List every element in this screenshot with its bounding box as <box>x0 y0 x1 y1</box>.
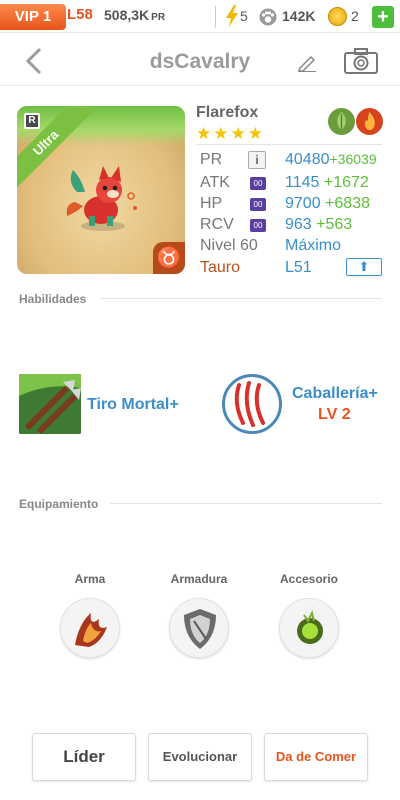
stat-bonus: +6838 <box>325 195 370 212</box>
skill-name-tiro-mortal[interactable]: Tiro Mortal+ <box>87 396 179 414</box>
page-title: dsCavalry <box>149 50 251 73</box>
lightning-icon <box>226 5 238 27</box>
zodiac-label: Tauro <box>200 259 241 276</box>
flame-claw-weapon-icon <box>75 613 107 647</box>
info-button[interactable]: i <box>248 151 266 169</box>
add-currency-button[interactable]: + <box>372 6 394 28</box>
stat-label-hp: HP <box>200 195 223 212</box>
edit-pencil-icon[interactable] <box>296 52 318 72</box>
divider <box>100 298 382 299</box>
vip-badge[interactable]: VIP 1 <box>0 4 66 30</box>
weapon-slot[interactable] <box>60 598 120 658</box>
arrows-icon <box>19 374 81 434</box>
claw-slash-skill-icon[interactable] <box>222 374 282 434</box>
power-rating-total: 508,3K PR <box>104 7 165 23</box>
stat-label-atk: ATK <box>200 174 230 191</box>
shield-armor-icon <box>184 609 216 649</box>
stat-value-pr: 40480+36039 <box>285 151 377 169</box>
divider <box>215 6 216 28</box>
stat-value: 40480 <box>285 151 330 168</box>
power-rating-value: 508,3K <box>104 7 150 23</box>
leaf-element-icon <box>328 108 355 135</box>
stat-bonus: +1672 <box>323 174 369 191</box>
stat-value-rcv: 963 +563 <box>285 216 352 234</box>
monster-portrait[interactable]: Ultra R ♉ <box>17 106 185 274</box>
divider <box>196 144 382 145</box>
level-value: Máximo <box>285 237 342 254</box>
armor-slot[interactable] <box>169 598 229 658</box>
equipment-section-title: Equipamiento <box>19 497 99 511</box>
crossed-arrows-skill-icon[interactable] <box>19 374 81 434</box>
rank-badge: R <box>24 113 40 129</box>
skill-level: LV 2 <box>318 406 351 423</box>
stat-bonus: +563 <box>316 216 353 233</box>
monster-name: Flarefox <box>196 104 259 121</box>
claw-icon <box>234 381 265 427</box>
stat-tag: 00 <box>250 219 266 232</box>
fire-element-icon <box>356 108 383 135</box>
paw-icon <box>259 8 277 26</box>
flarefox-image <box>66 166 137 231</box>
armor-label: Armadura <box>170 572 228 586</box>
stat-tag: 00 <box>250 177 266 190</box>
camera-icon[interactable] <box>344 48 378 74</box>
stat-value: 1145 <box>285 174 320 191</box>
player-level: L58 <box>67 6 93 23</box>
accessory-slot[interactable] <box>279 598 339 658</box>
energy-count: 5 <box>240 8 248 24</box>
coin-count: 2 <box>351 8 359 24</box>
feed-button[interactable]: Da de Comer <box>264 733 368 781</box>
stat-value: 963 <box>285 216 312 233</box>
power-rating-unit: PR <box>151 12 166 23</box>
zodiac-upgrade-button[interactable]: ⬆ <box>346 258 382 276</box>
leader-button[interactable]: Líder <box>32 733 136 781</box>
skills-section-title: Habilidades <box>19 292 87 306</box>
skill-name-caballeria[interactable]: Caballería+ <box>292 385 378 403</box>
paw-count: 142K <box>282 8 316 24</box>
stat-value-hp: 9700 +6838 <box>285 195 370 213</box>
coin-icon <box>328 7 347 26</box>
accessory-label: Accesorio <box>279 572 339 586</box>
stat-label-rcv: RCV <box>200 216 234 233</box>
divider <box>110 503 382 504</box>
star-rating: ★★★★ <box>196 124 265 143</box>
stat-bonus: +36039 <box>329 151 377 167</box>
stat-tag: 00 <box>250 198 266 211</box>
stat-label-pr: PR <box>200 151 223 168</box>
evolve-button[interactable]: Evolucionar <box>148 733 252 781</box>
stat-value-atk: 1145 +1672 <box>285 174 369 192</box>
weapon-label: Arma <box>74 572 106 586</box>
stat-value: 9700 <box>285 195 321 212</box>
level-label: Nivel 60 <box>200 237 258 254</box>
zodiac-level: L51 <box>285 259 312 276</box>
arrow-up-icon: ⬆ <box>358 259 370 274</box>
green-gem-accessory-icon <box>297 610 323 644</box>
zodiac-taurus-icon: ♉ <box>153 242 185 274</box>
